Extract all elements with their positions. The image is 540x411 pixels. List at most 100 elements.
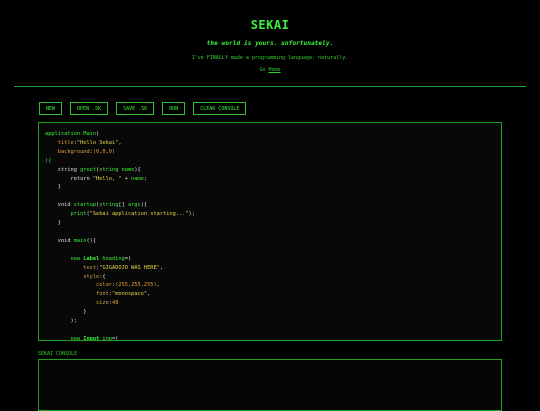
code-token: greet [80,166,97,173]
code-token: args [127,202,141,209]
code-editor[interactable]: application Main( title:"Hello Sekai", b… [38,122,502,341]
code-token: "Sekai application starting..." [89,211,189,218]
code-line: } [45,183,495,192]
code-line: } [45,308,495,317]
code-token: heading [102,255,125,262]
code-token: (0,0,0) [92,148,116,155]
code-token: "Hello, " [92,175,122,182]
code-token: string [99,166,122,173]
save-sk-button[interactable]: SAVE .SK [116,102,155,115]
code-token: :{ [99,273,106,280]
code-token: "monospace" [112,291,148,298]
code-line: string greet(string name){ [45,166,495,175]
code-line: } [45,219,495,228]
code-token: text [83,264,97,271]
code-token: background [57,148,90,155]
new-button[interactable]: NEW [39,102,63,115]
code-line: void startup(string[] args){ [45,201,495,210]
code-token: font [96,291,109,298]
code-token: style [83,273,100,280]
code-token: ( [96,131,100,137]
toolbar: NEW OPEN .SK SAVE .SK RUN CLEAR CONSOLE [39,102,247,115]
code-token: (255,255,255) [115,282,157,289]
code-token: , [147,291,151,298]
code-line: return "Hello, " + name; [45,175,495,184]
console-label: SEKAI CONSOLE [38,351,78,357]
code-line: print("Sekai application starting..."); [45,210,495,219]
code-token: } [45,220,61,227]
header-divider [14,86,526,87]
code-token: name [121,166,135,173]
code-token: new [70,255,84,262]
code-token: [] [118,202,128,209]
code-token: title [57,139,74,146]
code-token: + [121,175,132,182]
code-line: color:(255,255,255), [45,281,495,290]
code-token: , [118,139,122,146]
code-token: Label [83,255,103,262]
code-token: ){ [45,157,52,164]
console-output [38,359,502,411]
code-text[interactable]: application Main( title:"Hello Sekai", b… [39,123,501,341]
code-token: "Hello Sekai" [76,139,119,146]
code-token: , [159,264,164,271]
code-token: 48 [112,300,119,307]
code-token: Input [83,335,103,341]
code-token: ; [143,175,148,182]
code-line: void main(){ [45,237,495,246]
code-line: ); [45,317,495,326]
code-token: Main [83,131,97,137]
code-line: title:"Hello Sekai", [45,139,495,148]
code-token: color [96,282,112,289]
code-line: application Main( [45,130,495,139]
code-token: application [45,131,84,137]
code-token: =( [124,255,132,262]
code-token: main [73,237,87,244]
code-line: new Input inp=( [45,335,495,341]
code-token: size [96,300,109,307]
code-token: new [70,335,84,341]
go-prefix: Go [259,67,266,73]
page-title: SEKAI [250,18,290,32]
code-token: void [57,202,74,209]
code-token: , [156,282,160,289]
code-line: ){ [45,157,495,166]
code-token: =( [112,335,119,341]
code-token: startup [73,202,97,209]
code-token: "GIGADOJO WAS HERE" [99,264,160,271]
code-token: string [99,202,119,209]
code-line: new Label heading=( [45,255,495,264]
open-sk-button[interactable]: OPEN .SK [70,102,109,115]
run-button[interactable]: RUN [162,102,186,115]
code-token: void [57,237,74,244]
code-line: size:48 [45,299,495,308]
code-token: ){ [140,202,148,209]
description: I've FINALLY made a programming language… [191,55,349,61]
clear-console-button[interactable]: CLEAR CONSOLE [193,102,247,115]
code-line: background:(0,0,0) [45,148,495,157]
code-token: } [45,309,87,316]
home-link[interactable]: Home [269,67,281,73]
code-token: return [70,175,93,182]
go-home-line: Go Home [0,67,540,73]
code-line: text:"GIGADOJO WAS HERE", [45,264,495,273]
tagline: the world is yours. unfortunately. [206,40,334,47]
code-token: ){ [134,166,141,173]
